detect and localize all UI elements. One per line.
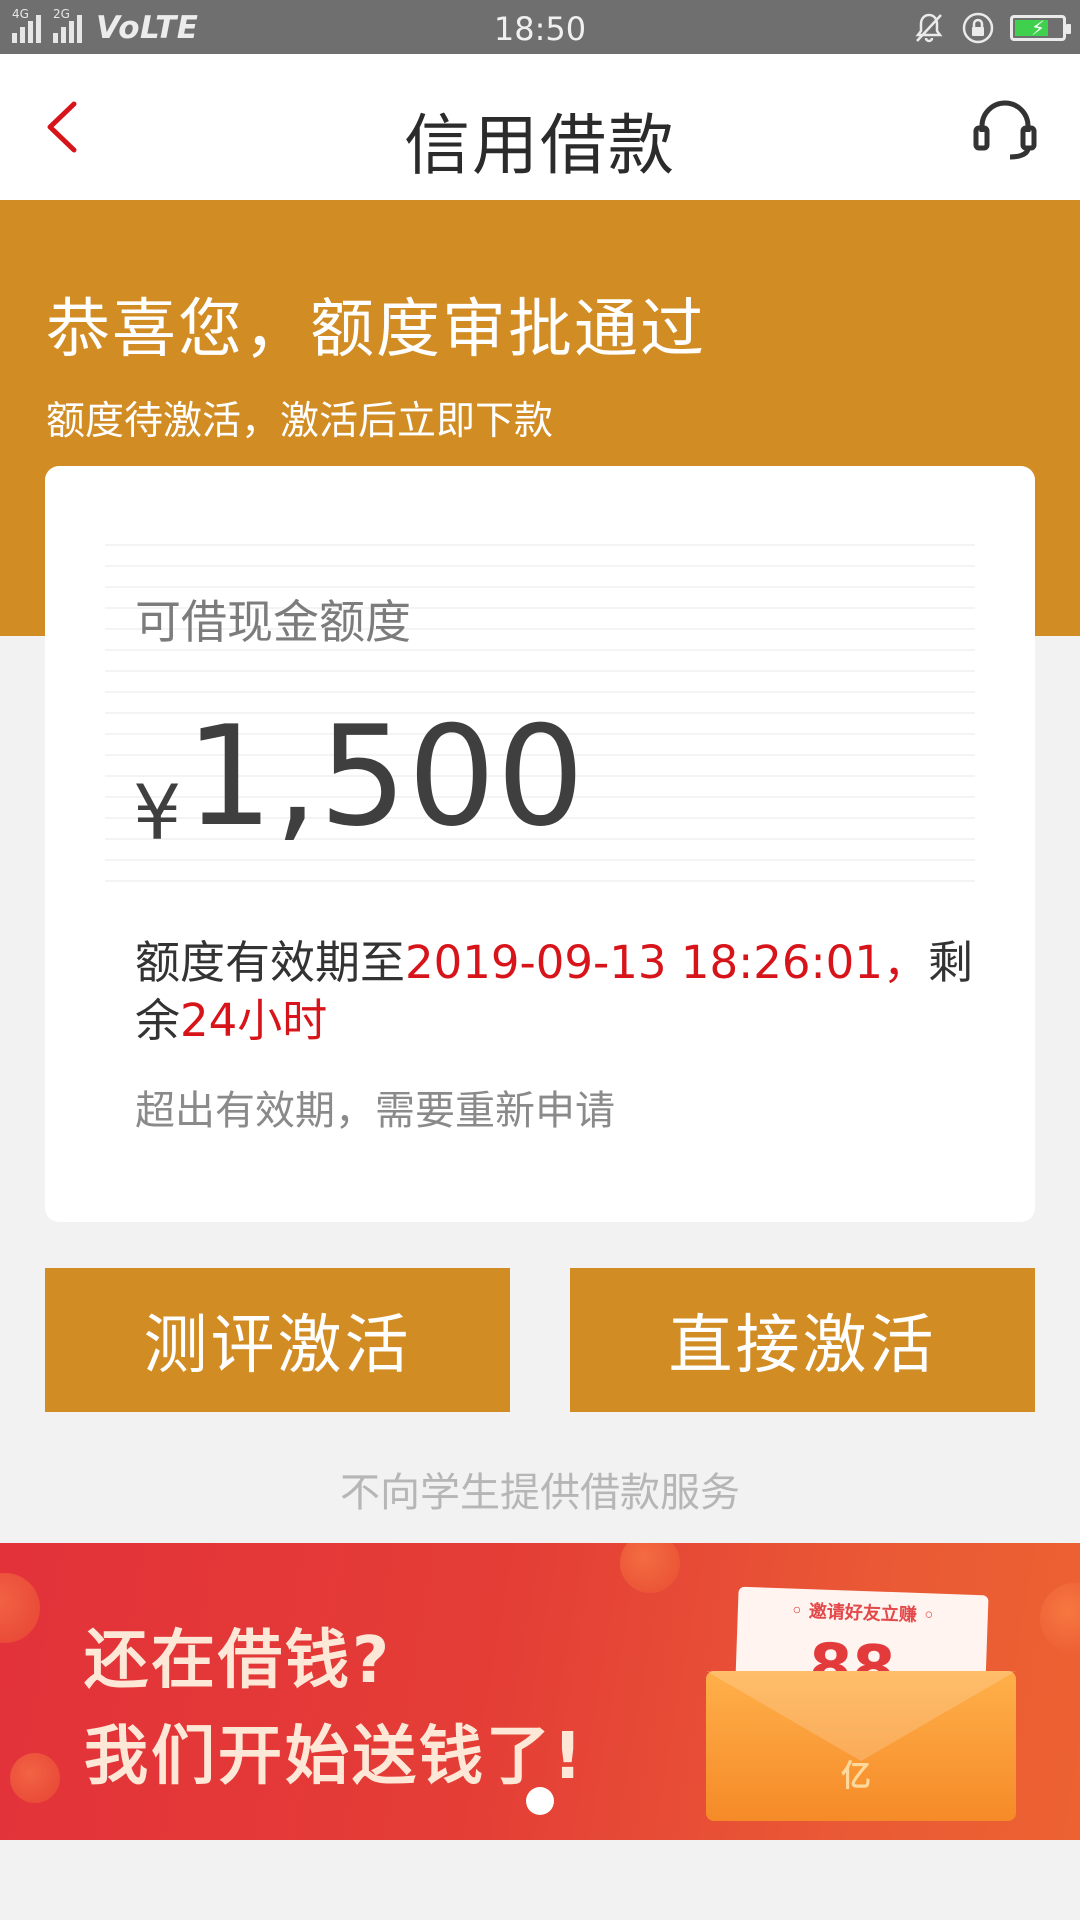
direct-activate-button[interactable]: 直接激活 [570, 1268, 1035, 1412]
carousel-dot[interactable] [526, 1787, 554, 1815]
credit-limit-card: 可借现金额度 ¥1,500 额度有效期至2019-09-13 18:26:01，… [45, 466, 1035, 1222]
amount-label: 可借现金额度 [135, 595, 411, 649]
student-notice: 不向学生提供借款服务 [340, 1470, 740, 1516]
amount-value: 1,500 [185, 696, 586, 857]
mute-icon [915, 13, 943, 43]
banner-headline-1: 还在借钱? [84, 1624, 393, 1698]
promo-banner[interactable]: 还在借钱? 我们开始送钱了! ◦ 邀请好友立赚 ◦ 88元 亿 [0, 1543, 1080, 1840]
envelope-tag: ◦ 邀请好友立赚 ◦ [790, 1600, 935, 1627]
nav-bar: 信用借款 [0, 54, 1080, 200]
expire-note: 超出有效期，需要重新申请 [135, 1088, 615, 1134]
banner-headline-2: 我们开始送钱了! [84, 1720, 586, 1794]
credit-amount: ¥1,500 [133, 696, 585, 857]
validity-text: 额度有效期至2019-09-13 18:26:01，剩余24小时 [135, 934, 1015, 1050]
headset-icon[interactable] [970, 92, 1040, 162]
approval-subtitle: 额度待激活，激活后立即下款 [46, 399, 554, 444]
page-title: 信用借款 [404, 107, 676, 184]
coin-decoration [620, 1543, 680, 1593]
rotation-lock-icon [962, 12, 994, 44]
battery-charging-icon: ⚡ [1010, 15, 1071, 41]
eval-activate-button[interactable]: 测评激活 [45, 1268, 510, 1412]
status-icons: ⚡ [912, 8, 1071, 48]
carousel-indicator [0, 1787, 1080, 1819]
coin-decoration [1040, 1583, 1080, 1653]
status-bar: 4G 2G VoLTE 18:50 ⚡ [0, 0, 1080, 54]
validity-remaining: 24小时 [180, 994, 328, 1047]
validity-prefix: 额度有效期至 [135, 936, 406, 989]
approval-title: 恭喜您，额度审批通过 [46, 293, 706, 367]
coin-decoration [0, 1573, 40, 1643]
currency-symbol: ¥ [133, 768, 182, 857]
envelope-flap [706, 1671, 1016, 1761]
validity-datetime: 2019-09-13 18:26:01， [405, 936, 928, 989]
